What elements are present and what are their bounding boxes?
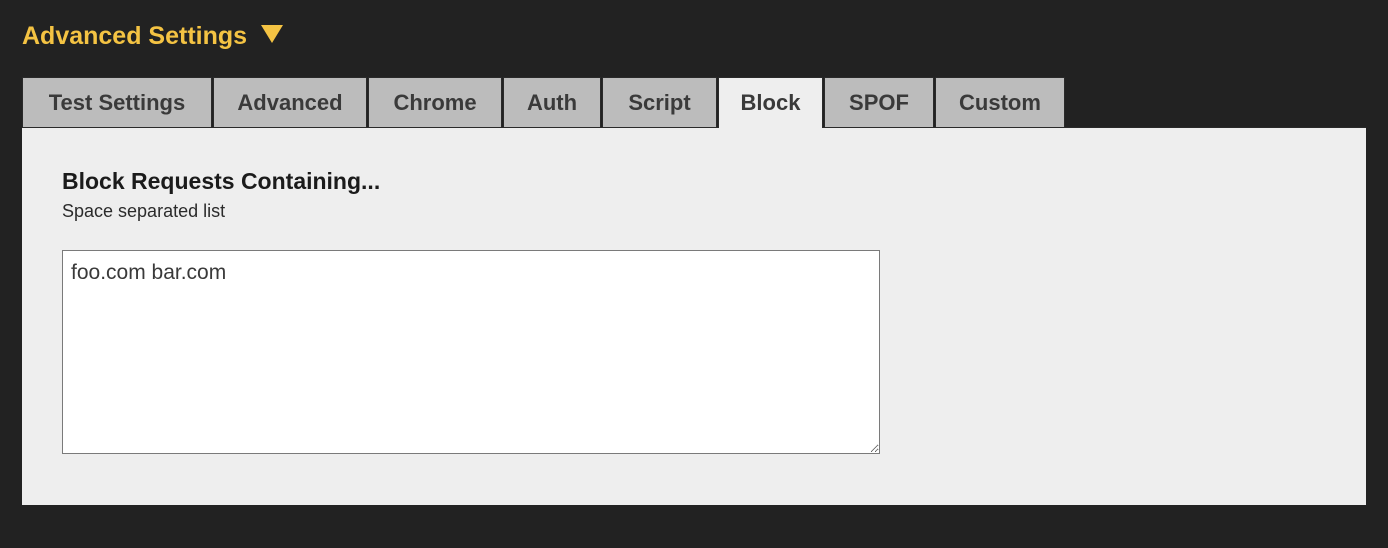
tab-spof[interactable]: SPOF	[824, 77, 934, 128]
tab-label: Advanced	[237, 92, 342, 114]
tab-custom[interactable]: Custom	[935, 77, 1065, 128]
tab-advanced[interactable]: Advanced	[213, 77, 367, 128]
panel-subtext: Space separated list	[62, 201, 1326, 222]
advanced-settings-toggle[interactable]: Advanced Settings	[22, 22, 1366, 51]
triangle-down-icon	[261, 25, 283, 48]
block-panel: Block Requests Containing... Space separ…	[22, 127, 1366, 505]
section-title: Advanced Settings	[22, 22, 247, 51]
tab-chrome[interactable]: Chrome	[368, 77, 502, 128]
tab-label: Test Settings	[49, 92, 186, 114]
tab-block[interactable]: Block	[718, 77, 823, 128]
tab-label: Block	[741, 92, 801, 114]
tab-label: Custom	[959, 92, 1041, 114]
tab-label: SPOF	[849, 92, 909, 114]
tab-label: Chrome	[393, 92, 476, 114]
panel-heading: Block Requests Containing...	[62, 168, 1326, 195]
block-requests-input[interactable]	[62, 250, 880, 454]
tab-auth[interactable]: Auth	[503, 77, 601, 128]
tab-label: Auth	[527, 92, 577, 114]
tabs-row: Test Settings Advanced Chrome Auth Scrip…	[22, 77, 1366, 128]
tab-script[interactable]: Script	[602, 77, 717, 128]
tab-test-settings[interactable]: Test Settings	[22, 77, 212, 128]
tab-label: Script	[628, 92, 690, 114]
